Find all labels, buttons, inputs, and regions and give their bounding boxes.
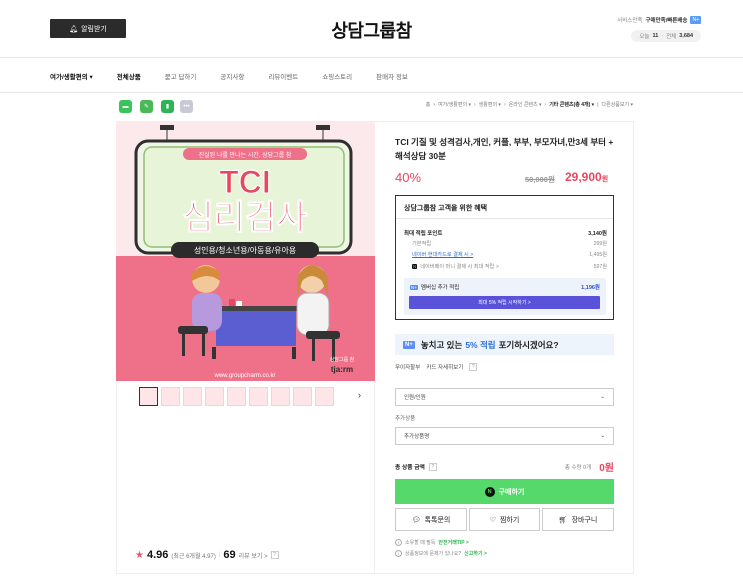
membership-row: N+ 멤버십 추가 적립 1,196원 — [410, 285, 600, 291]
total-row: 총 상품 금액? 총 수량 0개 0원 — [395, 459, 614, 474]
wish-button[interactable]: ♡ 찜하기 — [469, 508, 540, 531]
max-point-row: 최대 적립 포인트 3,140원 — [404, 231, 607, 237]
cart-icon: 🛒︎ — [558, 516, 568, 524]
header-divider — [0, 57, 743, 58]
nav-item-all-products[interactable]: 전체상품 — [117, 71, 141, 81]
talk-share-icon[interactable]: ▬ — [119, 100, 132, 113]
discount-rate: 40% — [395, 170, 422, 185]
poster-title-tci: TCI — [219, 164, 271, 200]
tci-poster-illustration: 진실된 나를 만나는 시간, 상담그룹 참 TCI 심리검사 성인용/청소년용/… — [116, 121, 375, 381]
card-detail-link[interactable]: 카드 자세히보기 — [426, 363, 463, 371]
membership-start-button[interactable]: 최대 5% 적립 시작하기 > — [409, 296, 600, 309]
membership-banner-icon: N+ — [403, 340, 415, 349]
breadcrumb: 홈 › 여가/생활편의 ▾ › 생활편의 ▾ › 온라인 콘텐츠 ▾ › 기타 콘텐츠(… — [425, 101, 634, 109]
nav-item-category[interactable]: 여가/생활편의 ▾ — [50, 71, 93, 81]
visit-counter: 오늘 11 · 전체 3,684 — [631, 30, 701, 42]
help-icon[interactable]: ? — [270, 551, 279, 559]
naverpay-badge-icon: N+ — [690, 16, 701, 24]
breadcrumb-3[interactable]: 온라인 콘텐츠 ▾ — [509, 101, 542, 108]
chevron-down-icon: ⌄ — [600, 394, 605, 400]
total-amount: 0원 — [599, 463, 614, 474]
nav-item-qna[interactable]: 묻고 답하기 — [165, 71, 197, 81]
star-icon: ★ — [135, 549, 144, 561]
nav-item-notice[interactable]: 공지사항 — [220, 71, 244, 81]
npay-icon: N — [412, 264, 418, 269]
thumbnail-item[interactable] — [161, 387, 180, 406]
safety-note: i 소유할 때 필독 안전거래TIP > — [395, 539, 469, 546]
thumbnail-item[interactable] — [183, 387, 202, 406]
benefit-row[interactable]: N 네이버페이 머니 결제 시 최대 적립 > 597원 — [404, 263, 607, 270]
thumbnail-strip — [139, 387, 334, 406]
store-nav: 여가/생활편의 ▾ 전체상품 묻고 답하기 공지사항 리뷰이벤트 쇼핑스토리 판… — [50, 66, 432, 86]
thumbnail-item[interactable] — [293, 387, 312, 406]
buy-button[interactable]: N 구매하기 — [395, 479, 614, 504]
breadcrumb-home[interactable]: 홈 — [426, 101, 431, 108]
help-icon[interactable]: ? — [469, 363, 478, 371]
rating-score: 4.96 — [146, 549, 169, 561]
total-label: 총 상품 금액 — [395, 465, 425, 471]
chevron-down-icon: ⌄ — [600, 433, 605, 439]
sale-price: 29,900원 — [565, 170, 609, 184]
poster-audience: 성인용/청소년용/아동용/유아용 — [194, 245, 296, 255]
talk-inquiry-button[interactable]: 💬︎ 톡톡문의 — [395, 508, 467, 531]
extra-product-select[interactable]: 추가상품명 ⌄ — [395, 427, 614, 445]
info-icon: i — [395, 539, 402, 546]
safety-tip-link[interactable]: 안전거래TIP > — [438, 539, 468, 546]
npay-icon: N — [484, 486, 495, 497]
report-note: i 상품정보에 문제가 있나요? 신고하기 > — [395, 550, 487, 557]
extra-product-label: 추가상품 — [395, 416, 416, 422]
poster-title-main: 심리검사 — [182, 199, 307, 237]
other-products-link[interactable]: 다른상품보기 ▾ — [602, 101, 634, 108]
thumbnail-item[interactable] — [205, 387, 224, 406]
help-icon[interactable]: ? — [428, 462, 437, 471]
review-link[interactable]: 리뷰 보기 > — [239, 551, 268, 560]
benefit-box: 상담그룹참 고객을 위한 혜택 최대 적립 포인트 3,140원 기본적립 29… — [395, 195, 614, 320]
heart-icon: ♡ — [489, 516, 496, 524]
cart-button[interactable]: 🛒︎ 장바구니 — [542, 508, 614, 531]
membership-box: N+ 멤버십 추가 적립 1,196원 최대 5% 적립 시작하기 > — [404, 278, 606, 315]
chat-icon: 💬︎ — [411, 516, 421, 524]
thumbnail-item[interactable] — [227, 387, 246, 406]
thumbnail-item[interactable] — [315, 387, 334, 406]
info-icon: i — [395, 550, 402, 557]
benefit-title: 상담그룹참 고객을 위한 혜택 — [404, 205, 488, 212]
rating-recent: (최근 6개월 4.97) — [171, 553, 216, 560]
installment-info: 무이자할부 카드 자세히보기 ? — [395, 363, 478, 371]
report-link[interactable]: 신고하기 > — [464, 550, 487, 557]
nav-divider — [0, 92, 743, 93]
nav-item-review-event[interactable]: 리뷰이벤트 — [268, 71, 298, 81]
band-share-icon[interactable]: ✎ — [140, 100, 153, 113]
poster-brand-logo: tja:rm — [331, 365, 353, 374]
membership-icon: N+ — [410, 285, 418, 290]
breadcrumb-1[interactable]: 여가/생활편의 ▾ — [438, 101, 471, 108]
rating-summary: ★ 4.96 (최근 6개월 4.97) | 69 리뷰 보기 > ? — [135, 549, 279, 561]
total-qty: 총 수량 0개 — [564, 464, 592, 471]
thumbnail-item[interactable] — [271, 387, 290, 406]
product-title: TCI 기질 및 성격검사,개인, 커플, 부부, 부모자녀,만3세 부터 + … — [395, 137, 614, 161]
benefit-divider — [396, 218, 613, 219]
poster-subtitle: 진실된 나를 만나는 시간, 상담그룹 참 — [199, 151, 292, 159]
poster-brand-small: 상담그룹 참 — [330, 356, 355, 363]
poster-url: www.groupcharm.co.kr — [213, 373, 275, 379]
membership-banner[interactable]: N+ 놓치고 있는 5% 적립 포기하시겠어요? — [395, 334, 614, 355]
original-price: 50,000원 — [525, 175, 555, 184]
thumbnail-item[interactable] — [139, 387, 158, 406]
breadcrumb-2[interactable]: 생활편의 ▾ — [479, 101, 501, 108]
blog-share-icon[interactable]: ▮ — [161, 100, 174, 113]
more-share-icon[interactable]: ••• — [180, 100, 193, 113]
review-count: 69 — [223, 549, 236, 561]
breadcrumb-current[interactable]: 기타 콘텐츠(총 4개) ▾ — [549, 101, 594, 108]
product-main-image[interactable]: 진실된 나를 만나는 시간, 상담그룹 참 TCI 심리검사 성인용/청소년용/… — [116, 121, 375, 381]
service-grade: 서비스만족 구매만족/빠른배송 N+ — [617, 16, 701, 24]
thumbnail-item[interactable] — [249, 387, 268, 406]
benefit-row: 기본적립 299원 — [412, 241, 607, 247]
thumbnail-next-icon[interactable]: › — [358, 390, 361, 400]
nav-item-seller-info[interactable]: 판매자 정보 — [376, 71, 408, 81]
option-select[interactable]: 인원/인원 ⌄ — [395, 388, 614, 406]
nav-item-shopping-story[interactable]: 쇼핑스토리 — [322, 71, 352, 81]
benefit-row[interactable]: 네이버 현대카드로 결제 시 > 1,495원 — [404, 251, 607, 258]
